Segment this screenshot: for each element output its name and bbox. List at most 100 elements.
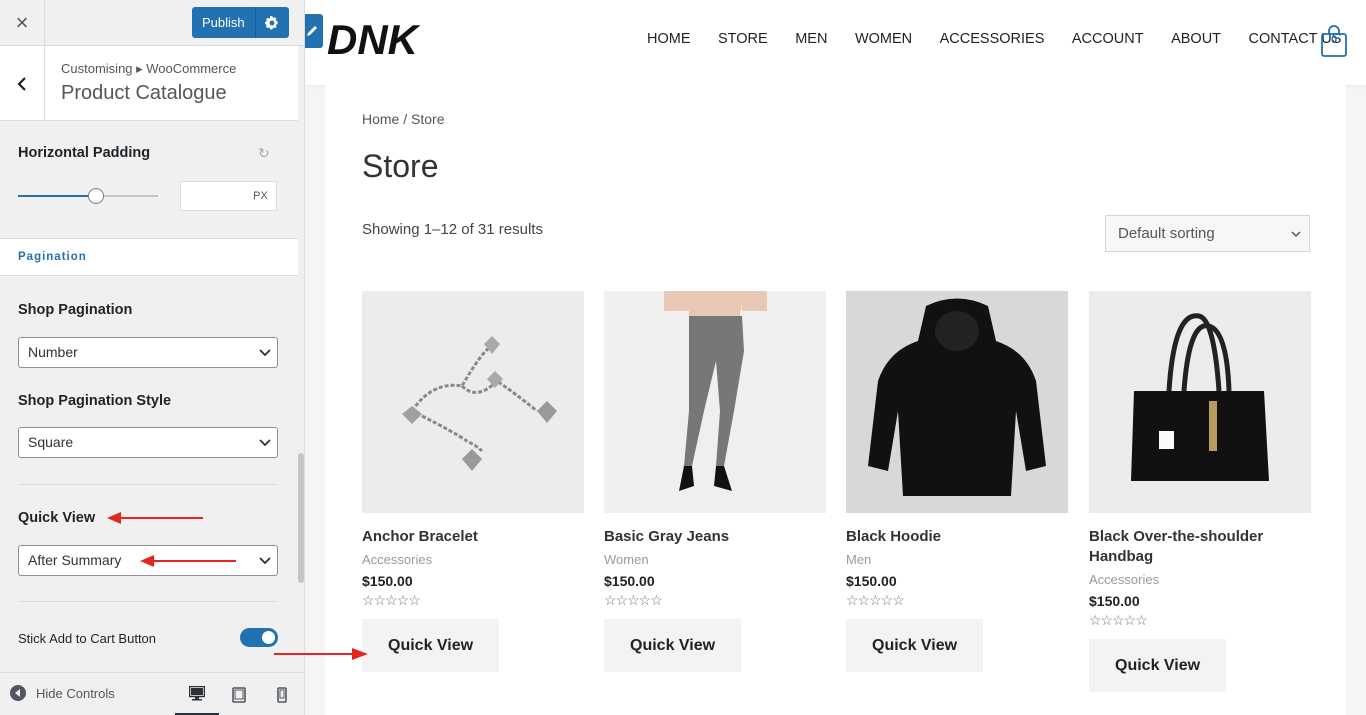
site-logo[interactable]: DNK <box>327 14 437 60</box>
sorting-select[interactable]: Default sorting <box>1105 215 1310 252</box>
shop-pagination-style-label: Shop Pagination Style <box>18 393 172 409</box>
horizontal-padding-label: Horizontal Padding <box>18 145 151 161</box>
main-navigation: HOME STORE MEN WOMEN ACCESSORIES ACCOUNT… <box>647 31 1366 47</box>
cart-count: 0 <box>1330 34 1338 46</box>
section-header: Customising ▸ WooCommerce Product Catalo… <box>0 46 298 121</box>
annotation-arrow <box>140 555 236 567</box>
product-name[interactable]: Basic Gray Jeans <box>604 527 826 547</box>
shop-pagination-style-select[interactable]: Square <box>18 427 278 458</box>
publish-button[interactable]: Publish <box>192 7 256 38</box>
nav-men[interactable]: MEN <box>795 31 827 47</box>
publish-group: Publish <box>192 7 289 38</box>
product-card: Black Hoodie Men $150.00 ☆☆☆☆☆ Quick Vie… <box>846 291 1068 672</box>
customizer-header: × Publish <box>0 0 304 46</box>
breadcrumb[interactable]: Home / Store <box>362 111 444 127</box>
quick-view-value: After Summary <box>28 552 122 568</box>
shop-content: Home / Store Store Showing 1–12 of 31 re… <box>325 85 1346 715</box>
product-name[interactable]: Black Over-the-shoulder Handbag <box>1089 527 1311 567</box>
nav-store[interactable]: STORE <box>718 31 768 47</box>
mobile-icon <box>277 686 287 703</box>
quick-view-button[interactable]: Quick View <box>1089 639 1227 692</box>
divider <box>18 601 278 602</box>
pagination-heading: Pagination <box>0 238 298 276</box>
hide-controls-label: Hide Controls <box>36 685 115 701</box>
product-image-hoodie[interactable] <box>846 291 1068 513</box>
product-category[interactable]: Accessories <box>362 552 584 567</box>
shop-pagination-select[interactable]: Number <box>18 337 278 368</box>
pagination-heading-label: Pagination <box>18 251 87 263</box>
tablet-icon <box>232 686 246 703</box>
section-title: Product Catalogue <box>61 82 227 104</box>
stick-add-to-cart-label: Stick Add to Cart Button <box>18 631 157 646</box>
product-category[interactable]: Men <box>846 552 1068 567</box>
divider <box>18 484 278 485</box>
product-name[interactable]: Anchor Bracelet <box>362 527 584 547</box>
product-image-jeans[interactable] <box>604 291 826 513</box>
rating-stars: ☆☆☆☆☆ <box>846 592 905 608</box>
product-image-bracelet[interactable] <box>362 291 584 513</box>
nav-accessories[interactable]: ACCESSORIES <box>940 31 1045 47</box>
product-price: $150.00 <box>604 573 655 589</box>
shop-pagination-style-value: Square <box>28 434 74 450</box>
product-price: $150.00 <box>1089 593 1140 609</box>
nav-home[interactable]: HOME <box>647 31 691 47</box>
quick-view-label: Quick View <box>18 510 96 526</box>
padding-unit-label: PX <box>245 181 277 211</box>
edit-shortcut-button[interactable] <box>305 14 323 48</box>
product-card: Black Over-the-shoulder Handbag Accessor… <box>1089 291 1311 692</box>
shop-pagination-value: Number <box>28 344 78 360</box>
horizontal-padding-slider[interactable] <box>18 187 158 205</box>
pencil-icon <box>307 26 317 36</box>
padding-value-input[interactable] <box>180 181 246 211</box>
bracelet-image <box>362 291 584 513</box>
shop-pagination-label: Shop Pagination <box>18 302 133 318</box>
preview-tablet-button[interactable] <box>217 673 261 715</box>
nav-women[interactable]: WOMEN <box>855 31 912 47</box>
hoodie-image <box>846 291 1068 513</box>
quick-view-button[interactable]: Quick View <box>362 619 500 672</box>
hide-controls-button[interactable]: Hide Controls <box>10 685 115 701</box>
preview-desktop-button[interactable] <box>175 673 219 715</box>
chevron-left-icon <box>17 76 26 91</box>
page-title: Store <box>362 148 439 184</box>
gear-icon <box>265 15 278 29</box>
nav-account[interactable]: ACCOUNT <box>1072 31 1144 47</box>
product-price: $150.00 <box>846 573 897 589</box>
product-card: Basic Gray Jeans Women $150.00 ☆☆☆☆☆ Qui… <box>604 291 826 672</box>
preview-mobile-button[interactable] <box>260 673 304 715</box>
stick-add-to-cart-toggle[interactable] <box>240 628 278 647</box>
product-price: $150.00 <box>362 573 413 589</box>
nav-about[interactable]: ABOUT <box>1171 31 1221 47</box>
quick-view-button[interactable]: Quick View <box>604 619 742 672</box>
customizer-sidebar: × Publish Customising ▸ WooCommerce Prod… <box>0 0 305 715</box>
handbag-image <box>1089 291 1311 513</box>
sidebar-scrollbar[interactable] <box>298 121 304 671</box>
rating-stars: ☆☆☆☆☆ <box>362 592 421 608</box>
quick-view-button[interactable]: Quick View <box>846 619 984 672</box>
close-customizer-button[interactable]: × <box>0 0 45 45</box>
publish-settings-button[interactable] <box>255 7 289 38</box>
reset-icon[interactable]: ↻ <box>258 145 270 162</box>
desktop-icon <box>189 685 205 700</box>
product-category[interactable]: Accessories <box>1089 572 1311 587</box>
site-preview: DNK HOME STORE MEN WOMEN ACCESSORIES ACC… <box>305 0 1366 715</box>
annotation-arrow <box>274 648 368 660</box>
rating-stars: ☆☆☆☆☆ <box>604 592 663 608</box>
collapse-arrow-icon <box>10 685 26 701</box>
site-header: DNK HOME STORE MEN WOMEN ACCESSORIES ACC… <box>305 0 1366 85</box>
product-image-handbag[interactable] <box>1089 291 1311 513</box>
jeans-image <box>604 291 826 513</box>
logo-text: DNK <box>327 16 421 60</box>
result-count: Showing 1–12 of 31 results <box>362 221 543 238</box>
rating-stars: ☆☆☆☆☆ <box>1089 612 1148 628</box>
product-category[interactable]: Women <box>604 552 826 567</box>
customizer-breadcrumb: Customising ▸ WooCommerce <box>61 61 237 76</box>
product-name[interactable]: Black Hoodie <box>846 527 1068 547</box>
sorting-value: Default sorting <box>1118 225 1215 242</box>
cart-button[interactable]: 0 <box>1321 25 1347 57</box>
chevron-down-icon <box>259 348 271 356</box>
annotation-arrow <box>107 512 203 524</box>
back-button[interactable] <box>0 46 45 121</box>
chevron-down-icon <box>1291 230 1301 237</box>
product-card: Anchor Bracelet Accessories $150.00 ☆☆☆☆… <box>362 291 584 672</box>
